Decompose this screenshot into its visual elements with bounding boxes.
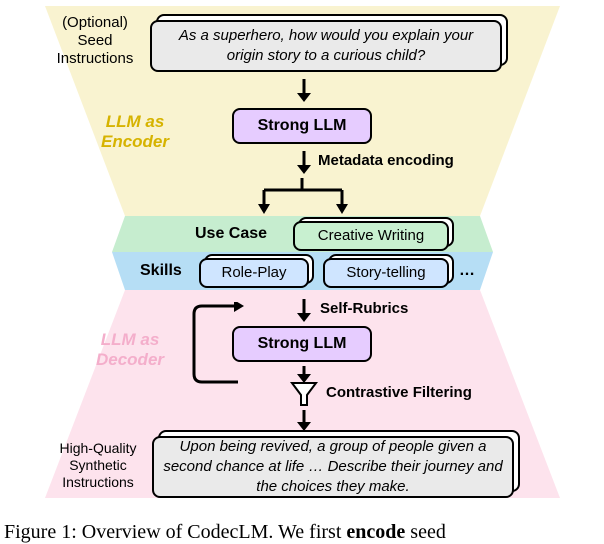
caption-strong: encode: [346, 521, 405, 543]
metadata-encoding-label: Metadata encoding: [318, 152, 454, 170]
arrow-down-icon: [294, 296, 314, 324]
skills-ellipsis: …: [459, 262, 475, 280]
contrastive-filtering-label: Contrastive Filtering: [326, 384, 472, 402]
use-case-label: Use Case: [195, 224, 267, 243]
funnel-icon: [289, 380, 319, 408]
skill-text-2: Story-telling: [346, 263, 425, 283]
skill-card-2: Story-telling: [323, 258, 449, 288]
skill-card-1: Role-Play: [199, 258, 309, 288]
caption-prefix: Figure 1: Overview of CodecLM. We first: [4, 521, 346, 543]
seed-instruction-card: As a superhero, how would you explain yo…: [150, 20, 502, 72]
split-arrows: [230, 176, 380, 220]
use-case-value: Creative Writing: [318, 226, 424, 246]
strong-llm-decoder-text: Strong LLM: [258, 333, 347, 355]
arrow-down-icon: [294, 148, 314, 176]
caption-suffix: seed: [405, 521, 446, 543]
strong-llm-encoder: Strong LLM: [232, 108, 372, 144]
seed-instruction-text: As a superhero, how would you explain yo…: [160, 26, 492, 67]
synthetic-instruction-text: Upon being revived, a group of people gi…: [162, 437, 504, 498]
seed-instructions-label: (Optional) Seed Instructions: [50, 14, 140, 68]
strong-llm-encoder-text: Strong LLM: [258, 115, 347, 137]
figure-caption: Figure 1: Overview of CodecLM. We first …: [0, 521, 604, 544]
use-case-card: Creative Writing: [293, 221, 449, 251]
encoder-label: LLM as Encoder: [90, 112, 180, 153]
synthetic-instructions-label: High-Quality Synthetic Instructions: [48, 440, 148, 490]
self-rubrics-label: Self-Rubrics: [320, 300, 408, 318]
decoder-label: LLM as Decoder: [85, 330, 175, 371]
arrow-down-icon: [294, 76, 314, 104]
skill-text-1: Role-Play: [221, 263, 286, 283]
skills-label: Skills: [140, 261, 182, 280]
synthetic-instruction-card: Upon being revived, a group of people gi…: [152, 436, 514, 498]
strong-llm-decoder: Strong LLM: [232, 326, 372, 362]
